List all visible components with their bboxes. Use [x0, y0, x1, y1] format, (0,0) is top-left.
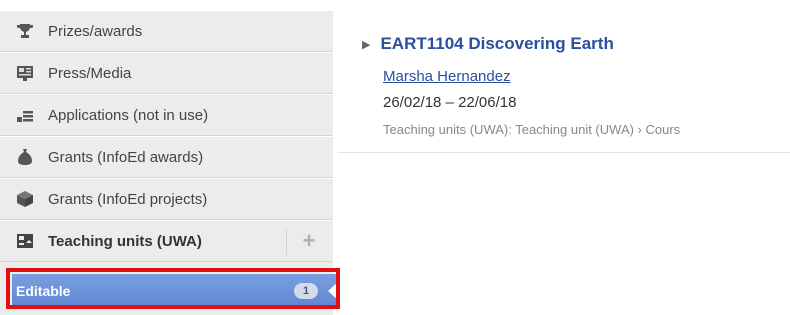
sidebar-item-press-media[interactable]: Press/Media — [0, 52, 333, 94]
sidebar-item-applications[interactable]: Applications (not in use) — [0, 94, 333, 136]
count-badge: 1 — [294, 283, 318, 299]
sidebar-subitem-label: Editable — [16, 283, 71, 299]
result-title-row: ▶ EART1104 Discovering Earth — [362, 34, 614, 54]
press-icon — [16, 64, 34, 82]
box-icon — [16, 190, 34, 208]
sidebar-item-prizes-awards[interactable]: Prizes/awards — [0, 10, 333, 52]
sidebar-item-label: Applications (not in use) — [48, 106, 209, 124]
result-title-link[interactable]: EART1104 Discovering Earth — [380, 34, 613, 54]
sidebar-item-label: Prizes/awards — [48, 22, 143, 40]
sidebar-item-label: Grants (InfoEd projects) — [48, 190, 208, 208]
sidebar: Prizes/awards Press/Media Applications (… — [0, 10, 333, 315]
add-teaching-unit-button[interactable]: + — [299, 230, 319, 252]
trophy-icon — [16, 22, 34, 40]
sidebar-item-label: Teaching units (UWA) — [48, 232, 202, 250]
applications-icon — [16, 106, 34, 124]
sidebar-item-grants-awards[interactable]: Grants (InfoEd awards) — [0, 136, 333, 178]
sidebar-item-grants-projects[interactable]: Grants (InfoEd projects) — [0, 178, 333, 220]
expand-caret-icon[interactable]: ▶ — [362, 38, 370, 51]
result-card: ▶ EART1104 Discovering Earth Marsha Hern… — [338, 10, 790, 153]
sidebar-item-teaching-units[interactable]: Teaching units (UWA) + — [0, 220, 333, 262]
result-path: Teaching units (UWA): Teaching unit (UWA… — [383, 122, 681, 137]
sidebar-item-label: Press/Media — [48, 64, 132, 82]
divider — [286, 229, 287, 255]
sidebar-subitem-editable[interactable]: Editable 1 — [12, 274, 338, 308]
result-author-link[interactable]: Marsha Hernandez — [383, 68, 511, 85]
money-bag-icon — [16, 148, 34, 166]
teaching-unit-icon — [16, 232, 34, 250]
sidebar-item-label: Grants (InfoEd awards) — [48, 148, 204, 166]
result-dates: 26/02/18 – 22/06/18 — [383, 94, 517, 111]
selection-notch — [328, 282, 338, 300]
